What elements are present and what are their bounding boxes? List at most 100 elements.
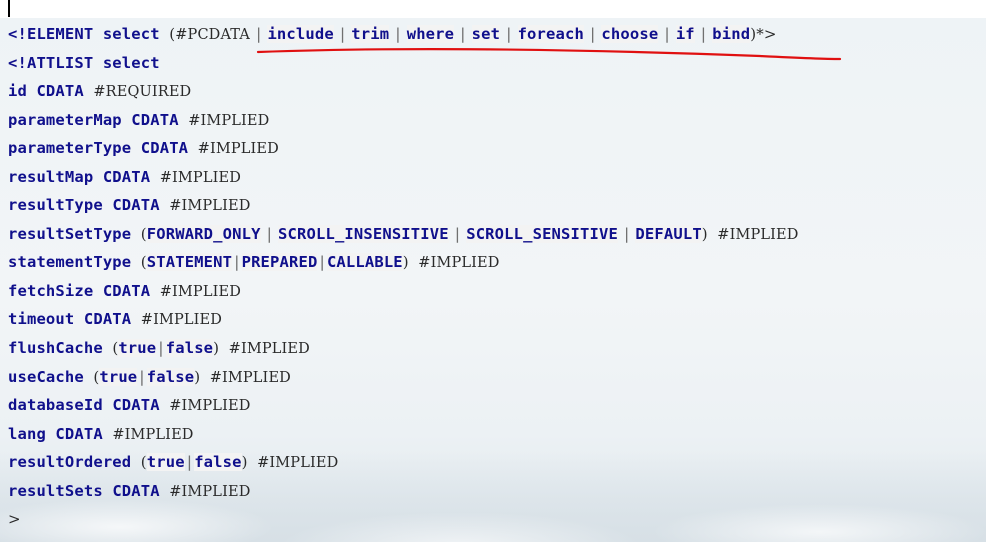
element-declaration-line: <!ELEMENT select (#PCDATA | include | trim | w…: [8, 20, 799, 49]
child-separator: |: [587, 25, 598, 43]
attribute-default: #IMPLIED: [169, 398, 251, 415]
attribute-name: timeout: [8, 310, 75, 329]
child-separator: |: [253, 25, 264, 43]
attribute-option: STATEMENT: [146, 253, 233, 272]
element-close: )*>: [750, 25, 777, 43]
child-separator: |: [698, 25, 709, 43]
attribute-default: #IMPLIED: [418, 255, 500, 272]
attribute-option: CALLABLE: [326, 253, 403, 272]
attribute-option: FORWARD_ONLY: [146, 224, 261, 243]
attlist-name: select: [102, 53, 160, 72]
attribute-line-resultType: resultType CDATA #IMPLIED: [8, 191, 799, 220]
attribute-line-fetchSize: fetchSize CDATA #IMPLIED: [8, 277, 799, 306]
text-cursor: [8, 0, 10, 17]
attribute-name: lang: [8, 424, 46, 443]
attribute-default: #IMPLIED: [159, 283, 241, 300]
attribute-default: #IMPLIED: [159, 169, 241, 186]
attlist-declaration-line: <!ATTLIST select: [8, 49, 799, 78]
option-separator: |: [156, 339, 166, 358]
attribute-option: true: [99, 367, 138, 386]
attribute-line-parameterMap: parameterMap CDATA #IMPLIED: [8, 106, 799, 135]
option-separator: |: [137, 367, 147, 386]
child-separator: |: [504, 25, 514, 43]
element-open: <!ELEMENT: [8, 25, 94, 43]
attribute-option: false: [146, 367, 195, 386]
attribute-type: CDATA: [112, 481, 160, 500]
attribute-option: true: [146, 453, 185, 472]
attribute-default: #IMPLIED: [257, 455, 339, 472]
attribute-default: #IMPLIED: [188, 112, 270, 129]
child-element-trim: trim: [351, 25, 390, 43]
attribute-line-useCache: useCache (true|false) #IMPLIED: [8, 363, 799, 392]
options-open: (: [140, 224, 147, 243]
child-element-include: include: [267, 25, 334, 43]
option-separator: |: [232, 253, 242, 272]
attribute-line-flushCache: flushCache (true|false) #IMPLIED: [8, 334, 799, 363]
attribute-type: CDATA: [83, 310, 132, 329]
options-close: ): [402, 253, 409, 272]
option-separator: |: [452, 224, 463, 243]
attribute-line-databaseId: databaseId CDATA #IMPLIED: [8, 391, 799, 420]
attribute-default: #REQUIRED: [93, 84, 192, 101]
dtd-code-block: <!ELEMENT select (#PCDATA | include | trim | w…: [8, 20, 799, 534]
attribute-line-timeout: timeout CDATA #IMPLIED: [8, 305, 799, 334]
attribute-type: CDATA: [36, 82, 84, 101]
options-open: (: [140, 253, 147, 272]
attribute-name: databaseId: [8, 396, 103, 415]
options-close: ): [241, 453, 248, 472]
attribute-default: #IMPLIED: [169, 198, 251, 215]
option-separator: |: [264, 224, 275, 243]
attribute-name: resultType: [8, 196, 103, 215]
child-element-set: set: [471, 25, 501, 43]
attribute-type: CDATA: [140, 139, 189, 158]
element-name: select: [102, 25, 160, 43]
attribute-name: resultOrdered: [8, 453, 132, 472]
attribute-line-resultMap: resultMap CDATA #IMPLIED: [8, 163, 799, 192]
child-element-where: where: [406, 25, 455, 43]
attribute-type: CDATA: [55, 424, 103, 443]
attribute-option: false: [165, 339, 214, 358]
code-viewer: { "code": { "element_decl": { "open": "<…: [0, 0, 986, 542]
attribute-name: parameterType: [8, 139, 132, 158]
attribute-line-lang: lang CDATA #IMPLIED: [8, 420, 799, 449]
attribute-type: CDATA: [112, 196, 160, 215]
attribute-type: CDATA: [112, 396, 160, 415]
attribute-line-id: id CDATA #REQUIRED: [8, 77, 799, 106]
top-band: [0, 0, 986, 18]
attribute-line-statementType: statementType (STATEMENT|PREPARED|CALLAB…: [8, 248, 799, 277]
child-separator: |: [458, 25, 468, 43]
pcdata: #PCDATA: [175, 27, 250, 43]
attribute-option: PREPARED: [241, 253, 318, 272]
attribute-line-parameterType: parameterType CDATA #IMPLIED: [8, 134, 799, 163]
attribute-default: #IMPLIED: [228, 341, 310, 358]
attribute-default: #IMPLIED: [112, 426, 194, 443]
attribute-type: CDATA: [102, 281, 151, 300]
attribute-line-resultSets: resultSets CDATA #IMPLIED: [8, 477, 799, 506]
attribute-default: #IMPLIED: [209, 369, 291, 386]
attribute-name: statementType: [8, 253, 132, 272]
child-element-bind: bind: [712, 25, 751, 43]
attribute-default: #IMPLIED: [197, 141, 279, 158]
options-close: ): [194, 367, 201, 386]
attribute-line-resultOrdered: resultOrdered (true|false) #IMPLIED: [8, 448, 799, 477]
attribute-default: #IMPLIED: [169, 483, 251, 500]
attribute-name: fetchSize: [8, 281, 94, 300]
attlist-close: >: [8, 510, 21, 529]
attlist-open: <!ATTLIST: [8, 53, 94, 72]
attribute-option: SCROLL_SENSITIVE: [466, 224, 618, 243]
option-separator: |: [317, 253, 327, 272]
attlist-close-line: >: [8, 505, 799, 534]
attribute-name: useCache: [8, 367, 84, 386]
child-separator: |: [393, 25, 403, 43]
option-separator: |: [184, 453, 195, 472]
child-separator: |: [662, 25, 672, 43]
child-element-foreach: foreach: [517, 25, 584, 43]
options-close: ): [213, 339, 220, 358]
options-open: (: [140, 453, 147, 472]
attribute-line-resultSetType: resultSetType (FORWARD_ONLY | SCROLL_INSEN…: [8, 220, 799, 249]
attribute-name: resultSetType: [8, 224, 132, 243]
child-element-if: if: [675, 25, 695, 43]
options-close: ): [701, 224, 708, 243]
attribute-name: resultSets: [8, 481, 103, 500]
attribute-name: parameterMap: [8, 110, 122, 129]
